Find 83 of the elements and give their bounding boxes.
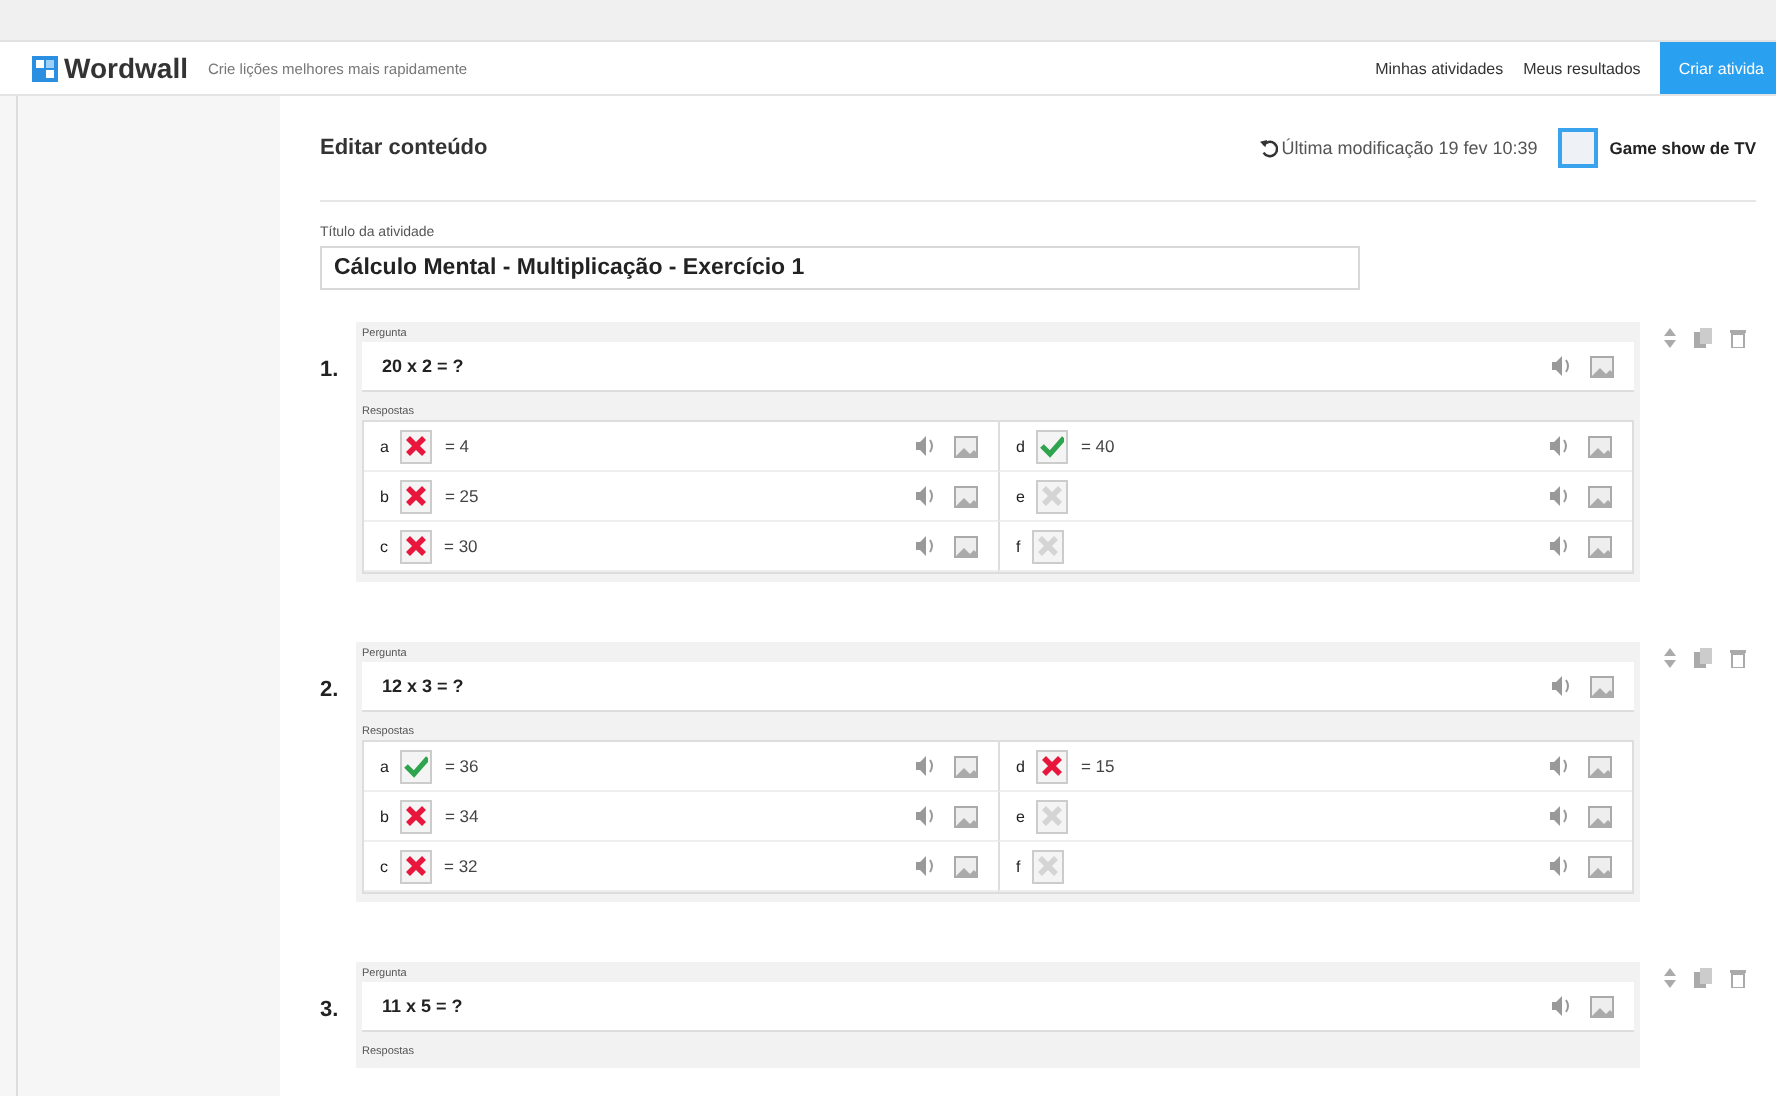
incorrect-toggle[interactable] bbox=[1036, 749, 1069, 783]
nav-link[interactable]: Meus resultados bbox=[1523, 59, 1641, 77]
answer-letter: d bbox=[1016, 437, 1025, 455]
audio-icon[interactable] bbox=[1548, 754, 1568, 778]
answer-letter: e bbox=[1016, 807, 1025, 825]
answer-letter: f bbox=[1016, 857, 1021, 875]
incorrect-toggle[interactable] bbox=[400, 529, 432, 563]
answer-text[interactable]: = 34 bbox=[444, 806, 479, 826]
answer-text[interactable]: = 36 bbox=[444, 756, 479, 776]
audio-icon[interactable] bbox=[1548, 854, 1568, 878]
reorder-icon[interactable] bbox=[1664, 968, 1676, 988]
audio-icon[interactable] bbox=[1550, 674, 1570, 698]
image-icon[interactable] bbox=[1588, 485, 1612, 507]
audio-icon[interactable] bbox=[1548, 534, 1568, 558]
image-icon[interactable] bbox=[954, 855, 978, 877]
image-icon[interactable] bbox=[1590, 675, 1614, 697]
image-icon[interactable] bbox=[1590, 355, 1614, 377]
audio-icon[interactable] bbox=[1550, 354, 1570, 378]
editor-heading: Editar conteúdo bbox=[320, 136, 488, 160]
template-thumbnail[interactable] bbox=[1557, 128, 1598, 168]
template-name[interactable]: Game show de TV bbox=[1609, 138, 1756, 158]
audio-icon[interactable] bbox=[914, 754, 934, 778]
image-icon[interactable] bbox=[1588, 535, 1612, 557]
image-icon[interactable] bbox=[954, 435, 978, 457]
copy-icon[interactable] bbox=[1694, 968, 1712, 988]
audio-icon[interactable] bbox=[1550, 994, 1570, 1018]
answer-text[interactable]: = 30 bbox=[444, 536, 478, 556]
answer-text[interactable]: = 40 bbox=[1080, 436, 1115, 456]
question-field[interactable]: 20 x 2 = ? bbox=[362, 342, 1634, 392]
last-modified: Última modificação 19 fev 10:39 bbox=[1281, 138, 1538, 158]
answer-text[interactable]: = 4 bbox=[444, 436, 470, 456]
copy-icon[interactable] bbox=[1694, 328, 1712, 348]
logo[interactable]: Wordwall bbox=[64, 52, 188, 84]
answer-letter: c bbox=[380, 857, 388, 875]
question-field[interactable]: 12 x 3 = ? bbox=[362, 662, 1634, 712]
question-number: 1. bbox=[320, 358, 341, 382]
image-icon[interactable] bbox=[1588, 805, 1612, 827]
logo-icon bbox=[32, 55, 58, 81]
audio-icon[interactable] bbox=[914, 854, 934, 878]
image-icon[interactable] bbox=[954, 805, 978, 827]
answer-letter: f bbox=[1016, 537, 1021, 555]
image-icon[interactable] bbox=[1590, 995, 1614, 1017]
image-icon[interactable] bbox=[1588, 755, 1612, 777]
image-icon[interactable] bbox=[954, 755, 978, 777]
delete-icon[interactable] bbox=[1730, 648, 1746, 668]
image-icon[interactable] bbox=[1588, 855, 1612, 877]
audio-icon[interactable] bbox=[1548, 484, 1568, 508]
audio-icon[interactable] bbox=[1548, 434, 1568, 458]
answer-text[interactable]: = 32 bbox=[444, 856, 478, 876]
audio-icon[interactable] bbox=[1548, 804, 1568, 828]
answer-text[interactable]: = 15 bbox=[1080, 756, 1115, 776]
answer-letter: a bbox=[380, 437, 389, 455]
answer-letter: e bbox=[1016, 487, 1025, 505]
answer-letter: b bbox=[380, 807, 389, 825]
correct-toggle[interactable] bbox=[1036, 429, 1069, 463]
correct-toggle[interactable] bbox=[400, 749, 433, 783]
audio-icon[interactable] bbox=[914, 804, 934, 828]
nav-link[interactable]: Minhas atividades bbox=[1375, 59, 1504, 77]
delete-icon[interactable] bbox=[1730, 328, 1746, 348]
question-field[interactable]: 11 x 5 = ? bbox=[362, 982, 1634, 1032]
audio-icon[interactable] bbox=[914, 484, 934, 508]
image-icon[interactable] bbox=[1588, 435, 1612, 457]
reorder-icon[interactable] bbox=[1664, 648, 1676, 668]
title-field[interactable]: Cálculo Mental - Multiplicação - Exercício 1 bbox=[320, 246, 1360, 290]
image-icon[interactable] bbox=[954, 485, 978, 507]
reorder-icon[interactable] bbox=[1664, 328, 1676, 348]
question-number: 3. bbox=[320, 998, 341, 1022]
incorrect-toggle[interactable] bbox=[400, 799, 433, 833]
image-icon[interactable] bbox=[954, 535, 978, 557]
incorrect-toggle[interactable] bbox=[400, 479, 433, 513]
incorrect-toggle[interactable] bbox=[400, 849, 432, 883]
answer-letter: b bbox=[380, 487, 389, 505]
answer-text[interactable]: = 25 bbox=[444, 486, 479, 506]
incorrect-toggle[interactable] bbox=[400, 429, 433, 463]
copy-icon[interactable] bbox=[1694, 648, 1712, 668]
audio-icon[interactable] bbox=[914, 534, 934, 558]
audio-icon[interactable] bbox=[914, 434, 934, 458]
delete-icon[interactable] bbox=[1730, 968, 1746, 988]
answer-letter: c bbox=[380, 537, 388, 555]
question-number: 2. bbox=[320, 678, 341, 702]
answer-letter: d bbox=[1016, 757, 1025, 775]
history-icon bbox=[1259, 139, 1278, 157]
answer-letter: a bbox=[380, 757, 389, 775]
